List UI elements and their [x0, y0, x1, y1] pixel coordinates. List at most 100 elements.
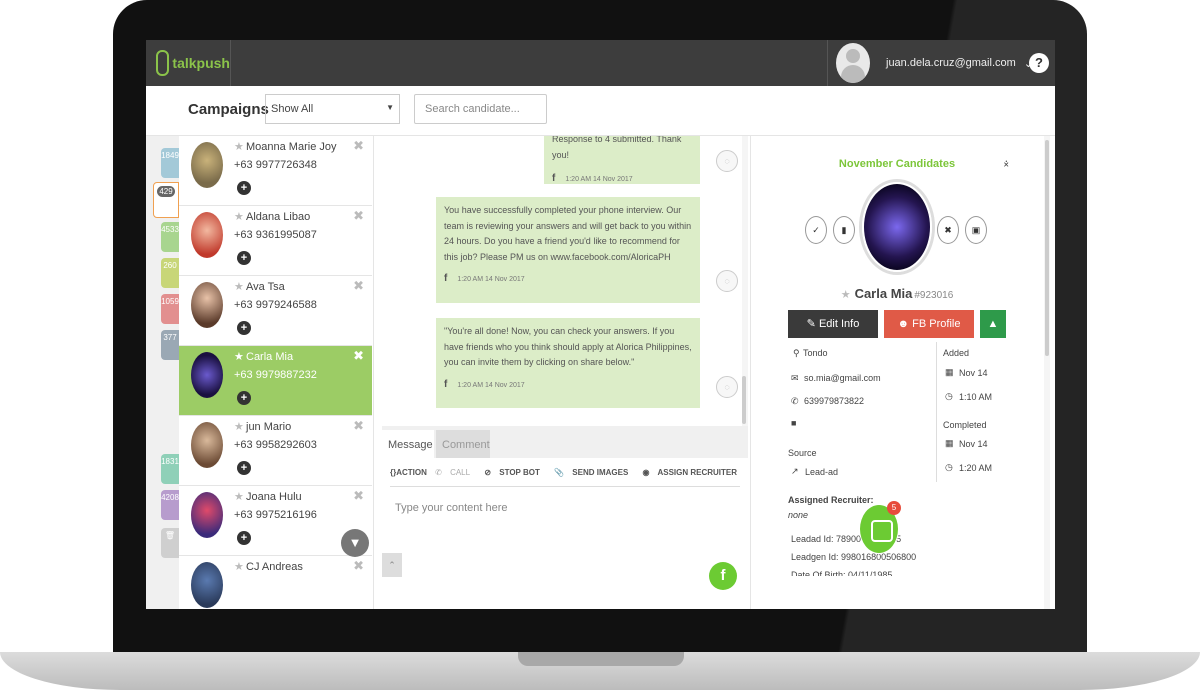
- candidate-item[interactable]: ★ jun Mario +63 9958292603 ✖ +: [179, 416, 372, 486]
- chat-message: "You're all done! Now, you can check you…: [436, 318, 700, 408]
- laptop-notch: [518, 652, 684, 666]
- message-input[interactable]: Type your content here: [395, 502, 508, 514]
- page-title: Campaigns: [188, 101, 269, 118]
- profile-campaign: November Candidates: [838, 158, 956, 170]
- candidate-phone: +63 9361995087: [234, 229, 317, 241]
- clock-icon: ◷: [945, 391, 953, 401]
- upload-icon[interactable]: ▲: [980, 310, 1006, 338]
- star-icon[interactable]: ★: [234, 560, 244, 573]
- close-icon[interactable]: ✖: [353, 488, 364, 504]
- rail-status-4[interactable]: 260: [161, 258, 179, 288]
- facebook-send-icon[interactable]: f: [709, 562, 737, 590]
- send-images-button[interactable]: 📎 SEND IMAGES: [554, 468, 634, 477]
- location-icon: ⚲: [793, 348, 800, 358]
- candidate-avatar: [191, 562, 223, 608]
- share-icon[interactable]: ⨰: [1003, 158, 1009, 171]
- candidate-item[interactable]: ★ CJ Andreas ✖: [179, 556, 372, 609]
- star-icon[interactable]: ★: [234, 420, 244, 433]
- add-icon[interactable]: +: [237, 461, 251, 475]
- close-icon[interactable]: ✖: [353, 208, 364, 224]
- add-icon[interactable]: +: [237, 321, 251, 335]
- add-icon[interactable]: +: [237, 391, 251, 405]
- profile-phone: 639979873822: [804, 396, 865, 406]
- help-icon[interactable]: ?: [1029, 53, 1049, 73]
- close-icon[interactable]: ✖: [353, 138, 364, 154]
- scroll-up-icon[interactable]: ⌃: [382, 553, 402, 577]
- close-icon[interactable]: ✖: [353, 558, 364, 574]
- star-icon[interactable]: ★: [234, 140, 244, 153]
- profile-id: #923016: [914, 290, 954, 301]
- bookmark-icon[interactable]: ▮: [833, 216, 855, 244]
- recruiter-label: Assigned Recruiter:: [788, 495, 874, 505]
- star-icon[interactable]: ★: [234, 280, 244, 293]
- candidate-name: Moanna Marie Joy: [246, 141, 337, 153]
- facebook-icon: f: [444, 273, 448, 284]
- send-images-label: SEND IMAGES: [572, 468, 629, 477]
- rail-trash-icon[interactable]: 🗑: [161, 528, 179, 558]
- filter-icon[interactable]: ▼: [341, 529, 369, 557]
- close-icon[interactable]: ✖: [353, 348, 364, 364]
- fb-profile-button[interactable]: ☻ FB Profile: [884, 310, 974, 338]
- check-icon[interactable]: ✓: [805, 216, 827, 244]
- star-icon[interactable]: ★: [841, 289, 851, 301]
- divider: [936, 342, 937, 482]
- stop-bot-label: STOP BOT: [499, 468, 540, 477]
- action-button[interactable]: {}ACTION: [390, 468, 427, 477]
- paperclip-icon: 📎: [554, 468, 565, 477]
- add-icon[interactable]: +: [237, 251, 251, 265]
- candidate-avatar: [191, 422, 223, 468]
- assign-recruiter-button[interactable]: ◉ ASSIGN RECRUITER: [643, 468, 743, 477]
- reject-icon[interactable]: ✖: [937, 216, 959, 244]
- source-label: Source: [788, 448, 817, 458]
- message-time: 1:20 AM 14 Nov 2017: [457, 381, 525, 389]
- edit-info-button[interactable]: ✎ Edit Info: [788, 310, 878, 338]
- stop-bot-button[interactable]: ⊘ STOP BOT: [484, 468, 546, 477]
- filter-value: Show All: [271, 103, 314, 115]
- candidate-avatar: [191, 282, 223, 328]
- clock-icon: ◷: [945, 462, 953, 472]
- candidate-name: CJ Andreas: [246, 561, 303, 573]
- user-menu[interactable]: juan.dela.cruz@gmail.com ⌄: [827, 40, 1055, 86]
- rail-status-5[interactable]: 1059: [161, 294, 179, 324]
- star-icon[interactable]: ★: [234, 210, 244, 223]
- star-icon[interactable]: ★: [234, 490, 244, 503]
- add-icon[interactable]: +: [237, 531, 251, 545]
- add-icon[interactable]: +: [237, 181, 251, 195]
- call-button[interactable]: ✆ CALL: [435, 468, 476, 477]
- candidate-avatar: [191, 492, 223, 538]
- candidate-name: Joana Hulu: [246, 491, 302, 503]
- search-input[interactable]: Search candidate...: [414, 94, 547, 124]
- candidate-item[interactable]: ★ Aldana Libao +63 9361995087 ✖ +: [179, 206, 372, 276]
- candidate-item[interactable]: ★ Ava Tsa +63 9979246588 ✖ +: [179, 276, 372, 346]
- tab-comment[interactable]: Comment: [436, 430, 490, 458]
- rail-status-2[interactable]: 429: [153, 182, 179, 218]
- rail-status-8[interactable]: 4208: [161, 490, 179, 520]
- briefcase-icon[interactable]: ▣: [965, 216, 987, 244]
- rail-status-7[interactable]: 1831: [161, 454, 179, 484]
- logo-icon: [156, 50, 170, 76]
- candidate-item-selected[interactable]: ★ Carla Mia +63 9979887232 ✖ +: [179, 346, 372, 416]
- logo-text: talkpush: [172, 55, 230, 71]
- chart-icon: ↗: [791, 466, 799, 476]
- profile-avatar: [862, 182, 932, 272]
- star-icon[interactable]: ★: [234, 350, 244, 363]
- message-time: 1:20 AM 14 Nov 2017: [565, 176, 633, 183]
- candidate-avatar: [191, 212, 223, 258]
- chat-scrollbar-thumb[interactable]: [742, 376, 746, 424]
- candidate-item[interactable]: ★ Moanna Marie Joy +63 9977726348 ✖ +: [179, 136, 372, 206]
- user-avatar: [836, 43, 870, 83]
- candidate-list: ★ Moanna Marie Joy +63 9977726348 ✖ + ★ …: [179, 136, 374, 609]
- tab-message[interactable]: Message: [382, 430, 434, 458]
- chat-message: You have successfully completed your pho…: [436, 197, 700, 303]
- rail-status-3[interactable]: 4533: [161, 222, 179, 252]
- rail-status-6[interactable]: 377: [161, 330, 179, 360]
- leadgen-id: Leadgen Id: 998016800506800: [791, 552, 917, 562]
- profile-scrollbar-thumb[interactable]: [1045, 140, 1049, 356]
- close-icon[interactable]: ✖: [353, 278, 364, 294]
- close-icon[interactable]: ✖: [353, 418, 364, 434]
- compose-actions: {}ACTION ✆ CALL ⊘ STOP BOT 📎 SEND IMAGES…: [390, 468, 749, 477]
- rail-status-1[interactable]: 1849: [161, 148, 179, 178]
- candidate-phone: +63 9979246588: [234, 299, 317, 311]
- logo[interactable]: talkpush: [146, 40, 231, 86]
- campaign-filter-select[interactable]: Show All ▼: [265, 94, 400, 124]
